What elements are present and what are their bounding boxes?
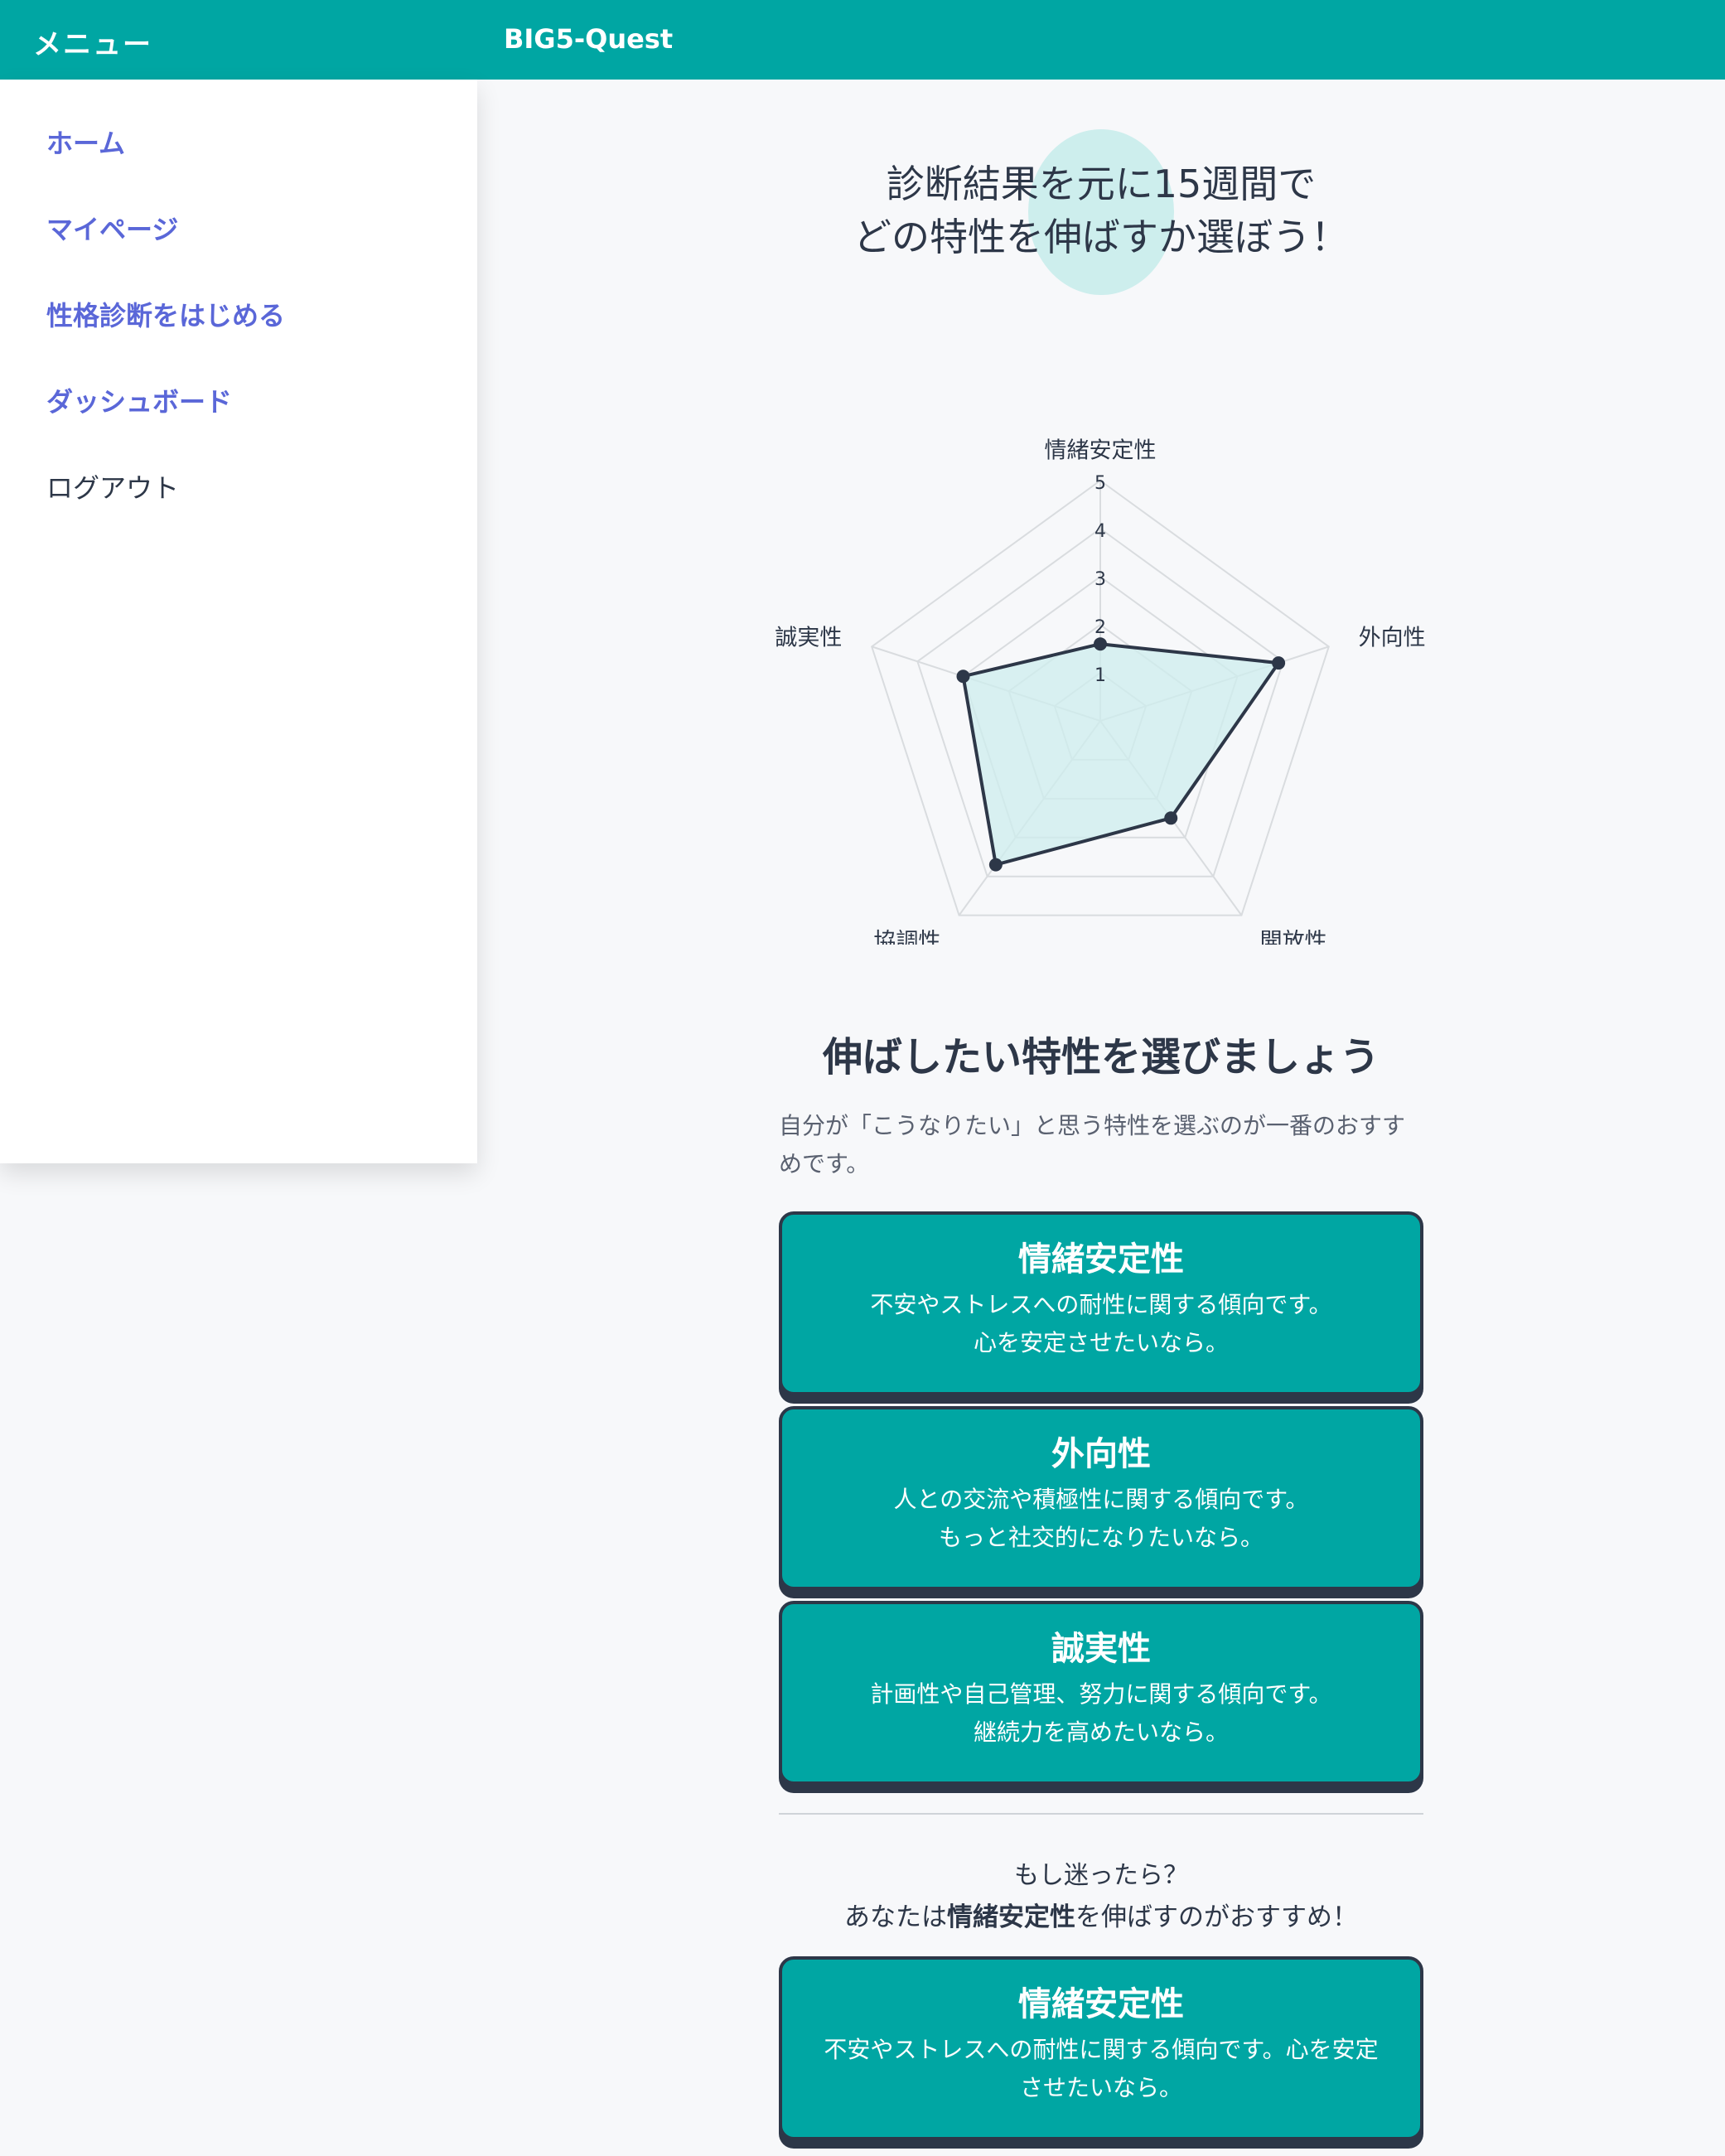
section-title: 伸ばしたい特性を選びましょう: [822, 1034, 1380, 1080]
hero-line-2: どの特性を伸ばすか選ぼう！: [853, 215, 1349, 259]
radar-scale-label: 1: [1094, 665, 1106, 686]
sidebar: ホーム マイページ 性格診断をはじめる ダッシュボード ログアウト: [0, 80, 477, 1163]
recommend-question: もし迷ったら？: [1014, 1861, 1188, 1890]
trait-card-desc: 不安やストレスへの耐性に関する傾向です。心を安定させたいなら。: [824, 2036, 1379, 2101]
radar-axis-label: 開放性: [1260, 929, 1327, 945]
sidebar-item-home[interactable]: ホーム: [46, 123, 125, 161]
sidebar-item-dashboard[interactable]: ダッシュボード: [46, 381, 232, 419]
radar-axis-label: 外向性: [1359, 626, 1426, 651]
radar-axis-label: 情緒安定性: [1045, 437, 1157, 463]
trait-card-conscientiousness[interactable]: 誠実性 計画性や自己管理、努力に関する傾向です。 継続力を高めたいなら。: [779, 1601, 1423, 1785]
recommend-suffix: を伸ばすのがおすすめ！: [1075, 1902, 1358, 1932]
radar-scale-label: 5: [1094, 473, 1106, 494]
recommend-trait: 情緒安定性: [947, 1902, 1075, 1932]
radar-data-area: [961, 642, 1281, 867]
trait-card-desc-line: もっと社交的になりたいなら。: [938, 1524, 1264, 1551]
sidebar-item-mypage[interactable]: マイページ: [46, 209, 178, 247]
trait-card-neuroticism[interactable]: 情緒安定性 不安やストレスへの耐性に関する傾向です。 心を安定させたいなら。: [779, 1211, 1423, 1395]
trait-card-title: 誠実性: [1051, 1630, 1151, 1668]
recommend-prefix: あなたは: [844, 1902, 947, 1932]
radar-data-point: [1094, 637, 1107, 651]
recommend-text: あなたは情緒安定性を伸ばすのがおすすめ！: [779, 1896, 1423, 1933]
section-subtitle: 自分が「こうなりたい」と思う特性を選ぶのが一番のおすすめです。: [779, 1112, 1406, 1177]
radar-data-point: [956, 670, 970, 684]
trait-card-desc: 計画性や自己管理、努力に関する傾向です。 継続力を高めたいなら。: [782, 1675, 1420, 1752]
trait-card-desc-line: 継続力を高めたいなら。: [973, 1719, 1229, 1746]
divider: [779, 1813, 1423, 1815]
trait-card-desc: 人との交流や積極性に関する傾向です。 もっと社交的になりたいなら。: [782, 1481, 1420, 1557]
radar-scale-label: 3: [1094, 569, 1106, 590]
menu-title: メニュー: [33, 28, 152, 61]
trait-card-desc: 不安やストレスへの耐性に関する傾向です。 心を安定させたいなら。: [782, 1286, 1420, 1362]
radar-axis-label: 誠実性: [775, 626, 842, 651]
recommended-trait-card[interactable]: 情緒安定性 不安やストレスへの耐性に関する傾向です。心を安定させたいなら。: [779, 1956, 1423, 2140]
radar-chart: 1 2 3 4 5 情緒安定性外向性開放性 協調性 誠実性: [775, 437, 1426, 945]
trait-card-title: 情緒安定性: [1018, 1240, 1184, 1279]
trait-card-title: 外向性: [1051, 1435, 1151, 1473]
radar-data-point: [1272, 656, 1286, 670]
radar-scale-label: 4: [1094, 521, 1106, 542]
sidebar-item-logout[interactable]: ログアウト: [46, 467, 179, 505]
hero-heading: 診断結果を元に15週間で どの特性を伸ばすか選ぼう！: [779, 157, 1423, 263]
radar-data-point: [988, 858, 1003, 872]
trait-card-desc-line: 心を安定させたいなら。: [973, 1329, 1229, 1356]
trait-card-desc-line: 計画性や自己管理、努力に関する傾向です。: [870, 1680, 1332, 1708]
hero-line-1: 診断結果を元に15週間で: [886, 162, 1317, 206]
trait-card-desc-line: 不安やストレスへの耐性に関する傾向です。: [870, 1291, 1332, 1318]
radar-data-point: [1164, 811, 1178, 825]
trait-card-desc-line: 人との交流や積極性に関する傾向です。: [893, 1486, 1309, 1513]
trait-card-extraversion[interactable]: 外向性 人との交流や積極性に関する傾向です。 もっと社交的になりたいなら。: [779, 1406, 1423, 1590]
trait-card-title: 情緒安定性: [1018, 1985, 1184, 2023]
radar-scale-label: 2: [1094, 617, 1106, 638]
app-title[interactable]: BIG5-Quest: [504, 23, 673, 55]
top-bar: メニュー BIG5-Quest: [0, 0, 1725, 80]
sidebar-item-start-diagnosis[interactable]: 性格診断をはじめる: [46, 295, 285, 333]
radar-axis-label: 協調性: [873, 929, 940, 945]
